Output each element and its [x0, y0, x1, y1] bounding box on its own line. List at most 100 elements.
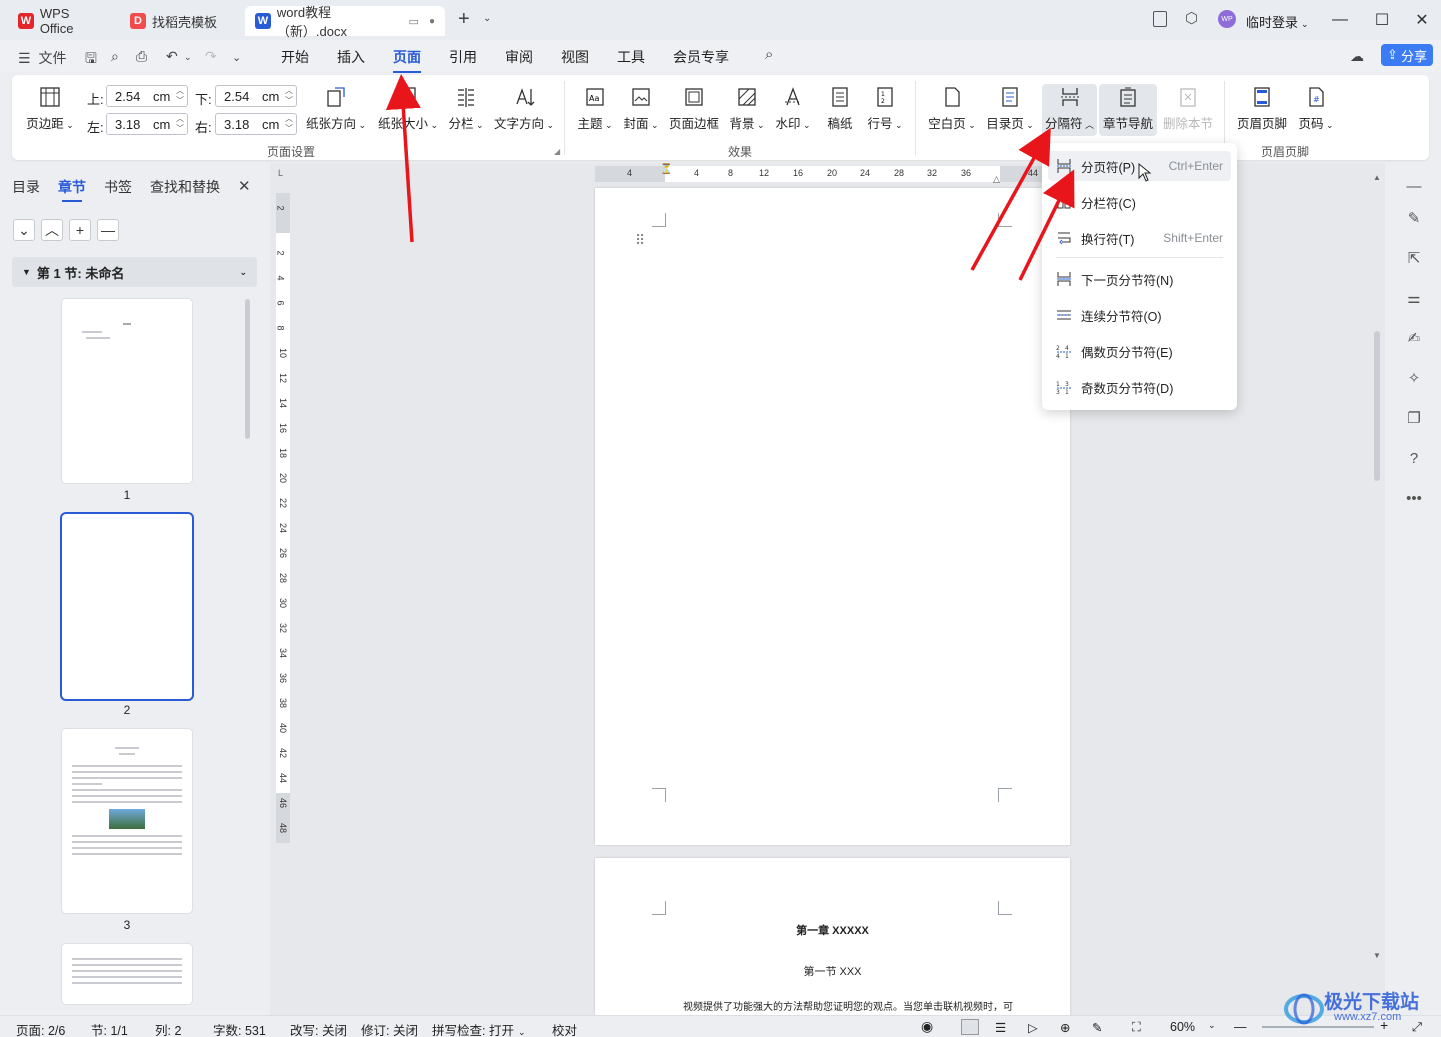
spinner-arrows-icon[interactable]: ︿ ﹀: [285, 86, 293, 106]
blank-page-button[interactable]: 空白页 ⌄: [926, 85, 978, 132]
more-icon[interactable]: •••: [1405, 489, 1423, 507]
collapse-sidebar-icon[interactable]: —: [1405, 177, 1423, 195]
close-window-button[interactable]: ✕: [1404, 6, 1440, 34]
column-break-item[interactable]: 分栏符(C): [1048, 187, 1231, 217]
nav-tab-sections[interactable]: 章节: [58, 177, 86, 202]
right-margin-input[interactable]: 3.18 cm ︿ ﹀: [215, 113, 297, 135]
margins-button[interactable]: 页边距 ⌄: [22, 85, 78, 132]
panel-scrollbar[interactable]: [245, 299, 250, 439]
document-page[interactable]: 第一章 XXXXX 第一节 XXX 视频提供了功能强大的方法帮助您证明您的观点。…: [595, 858, 1070, 1015]
spinner-arrows-icon[interactable]: ︿ ﹀: [285, 114, 293, 134]
cube-icon[interactable]: ⬡: [1185, 9, 1198, 27]
odd-page-section-break-item[interactable]: 1331 奇数页分节符(D): [1048, 372, 1231, 402]
outline-view-icon[interactable]: ☰: [995, 1020, 1006, 1035]
page-number-button[interactable]: # 页码 ⌄: [1296, 85, 1336, 132]
new-tab-plus-icon[interactable]: +: [458, 8, 470, 31]
menu-tab-member[interactable]: 会员专享: [673, 47, 729, 67]
page-thumbnail-selected[interactable]: [62, 514, 192, 699]
tab-list-chevron-icon[interactable]: ⌄: [483, 13, 491, 24]
book-icon[interactable]: ❐: [1405, 409, 1423, 427]
web-view-icon[interactable]: ⊕: [1060, 1020, 1070, 1035]
next-page-section-break-item[interactable]: 下一页分节符(N): [1048, 264, 1231, 294]
maximize-button[interactable]: ☐: [1364, 6, 1400, 34]
fit-page-icon[interactable]: ⛶: [1132, 1020, 1141, 1035]
menu-tab-reference[interactable]: 引用: [449, 47, 477, 67]
redo-icon[interactable]: ↷: [205, 48, 217, 65]
spinner-arrows-icon[interactable]: ︿ ﹀: [176, 86, 184, 106]
nav-tab-find-replace[interactable]: 查找和替换: [150, 177, 220, 197]
horizontal-ruler[interactable]: 4 4 8 12 16 20 24 28 32 36 44 ⏳ △: [595, 164, 1075, 184]
close-panel-icon[interactable]: ✕: [238, 177, 251, 195]
add-section-button[interactable]: +: [69, 219, 91, 241]
menu-tab-home[interactable]: 开始: [281, 47, 309, 67]
menu-tab-view[interactable]: 视图: [561, 47, 589, 67]
login-button[interactable]: 临时登录 ⌄: [1246, 12, 1309, 31]
tab-wps-office[interactable]: W WPS Office: [8, 6, 116, 36]
vertical-ruler[interactable]: 2 2 4 6 8 10 12 14 16 18 20 22 24 26 28 …: [276, 193, 290, 843]
menu-tab-page[interactable]: 页面: [393, 47, 421, 73]
indent-marker-icon[interactable]: ⏳: [660, 164, 672, 175]
section-header[interactable]: ▼ 第 1 节: 未命名 ⌄: [12, 257, 257, 287]
cloud-icon[interactable]: ☁: [1350, 48, 1364, 65]
scroll-down-icon[interactable]: ▼: [1373, 951, 1381, 960]
line-break-item[interactable]: 换行符(T) Shift+Enter: [1048, 223, 1231, 253]
menu-tab-tools[interactable]: 工具: [617, 47, 645, 67]
scroll-up-icon[interactable]: ▲: [1373, 173, 1381, 182]
track-changes-status[interactable]: 修订: 关闭: [361, 1020, 418, 1037]
page-thumbnail[interactable]: [62, 944, 192, 1004]
section-heading[interactable]: 第一节 XXX: [595, 963, 1070, 979]
ai-write-icon[interactable]: ✍: [1405, 329, 1423, 347]
layout-icon[interactable]: [1153, 11, 1167, 27]
continuous-section-break-item[interactable]: 连续分节符(O): [1048, 300, 1231, 330]
sliders-icon[interactable]: ⚌: [1405, 289, 1423, 307]
section-indicator[interactable]: 节: 1/1: [91, 1020, 128, 1037]
manuscript-paper-button[interactable]: 稿纸: [822, 85, 858, 132]
left-margin-input[interactable]: 3.18 cm ︿ ﹀: [106, 113, 188, 135]
delete-section-button[interactable]: 删除本节: [1162, 85, 1214, 132]
pen-icon[interactable]: ✎: [1405, 209, 1423, 227]
theme-button[interactable]: Aa 主题 ⌄: [575, 85, 615, 132]
body-paragraph[interactable]: 视频提供了功能强大的方法帮助您证明您的观点。当您单击联机视频时，可: [683, 998, 1013, 1013]
paper-size-button[interactable]: 纸张大小 ⌄: [376, 85, 440, 132]
zoom-level[interactable]: 60%: [1170, 1020, 1195, 1034]
eye-icon[interactable]: ◉: [921, 1018, 933, 1035]
top-margin-input[interactable]: 2.54 cm ︿ ﹀: [106, 85, 188, 107]
spinner-arrows-icon[interactable]: ︿ ﹀: [176, 114, 184, 134]
tab-word-document[interactable]: W word教程（新）.docx ▭ ●: [245, 5, 445, 39]
columns-button[interactable]: 分栏 ⌄: [444, 85, 488, 132]
help-icon[interactable]: ?: [1405, 449, 1423, 467]
zoom-chevron-icon[interactable]: ⌄: [1208, 1020, 1216, 1031]
more-chevron-icon[interactable]: ⌄: [232, 51, 241, 64]
cover-button[interactable]: 封面 ⌄: [621, 85, 661, 132]
format-painter-icon[interactable]: ⌕: [111, 48, 119, 65]
header-footer-button[interactable]: 页眉页脚: [1234, 85, 1290, 132]
page-thumbnail[interactable]: [62, 299, 192, 483]
chapter-heading[interactable]: 第一章 XXXXX: [595, 922, 1070, 938]
file-menu[interactable]: ☰ 文件: [18, 48, 66, 68]
text-direction-button[interactable]: 文字方向 ⌄: [492, 85, 556, 132]
magic-tools-icon[interactable]: ✧: [1405, 369, 1423, 387]
edit-pen-icon[interactable]: ✎: [1092, 1020, 1102, 1035]
minimize-button[interactable]: —: [1322, 6, 1358, 34]
print-preview-icon[interactable]: ⎙: [136, 48, 147, 65]
spell-check-status[interactable]: 拼写检查: 打开 ⌄: [432, 1020, 526, 1037]
section-navigation-button[interactable]: 章节导航: [1099, 84, 1157, 136]
zoom-out-icon[interactable]: —: [1234, 1020, 1247, 1034]
document-scrollbar[interactable]: [1374, 331, 1380, 481]
word-count[interactable]: 字数: 531: [213, 1020, 266, 1037]
zoom-slider[interactable]: [1262, 1026, 1374, 1028]
line-numbers-button[interactable]: 12 行号 ⌄: [865, 85, 905, 132]
dialog-launcher-icon[interactable]: ◢: [554, 147, 560, 156]
fullscreen-icon[interactable]: ⤢: [1412, 1020, 1422, 1035]
search-icon[interactable]: ⌕: [765, 46, 773, 63]
toc-page-button[interactable]: 目录页 ⌄: [984, 85, 1036, 132]
even-page-section-break-item[interactable]: 2441 偶数页分节符(E): [1048, 336, 1231, 366]
move-down-button[interactable]: ⌄: [13, 219, 35, 241]
avatar[interactable]: WP: [1218, 10, 1236, 28]
page-indicator[interactable]: 页面: 2/6: [16, 1020, 65, 1037]
tab-docer-template[interactable]: D 找稻壳模板: [120, 6, 240, 36]
zoom-in-icon[interactable]: +: [1380, 1017, 1388, 1033]
remove-section-button[interactable]: —: [97, 219, 119, 241]
play-icon[interactable]: ▷: [1028, 1020, 1038, 1035]
select-pointer-icon[interactable]: ⇱: [1405, 249, 1423, 267]
